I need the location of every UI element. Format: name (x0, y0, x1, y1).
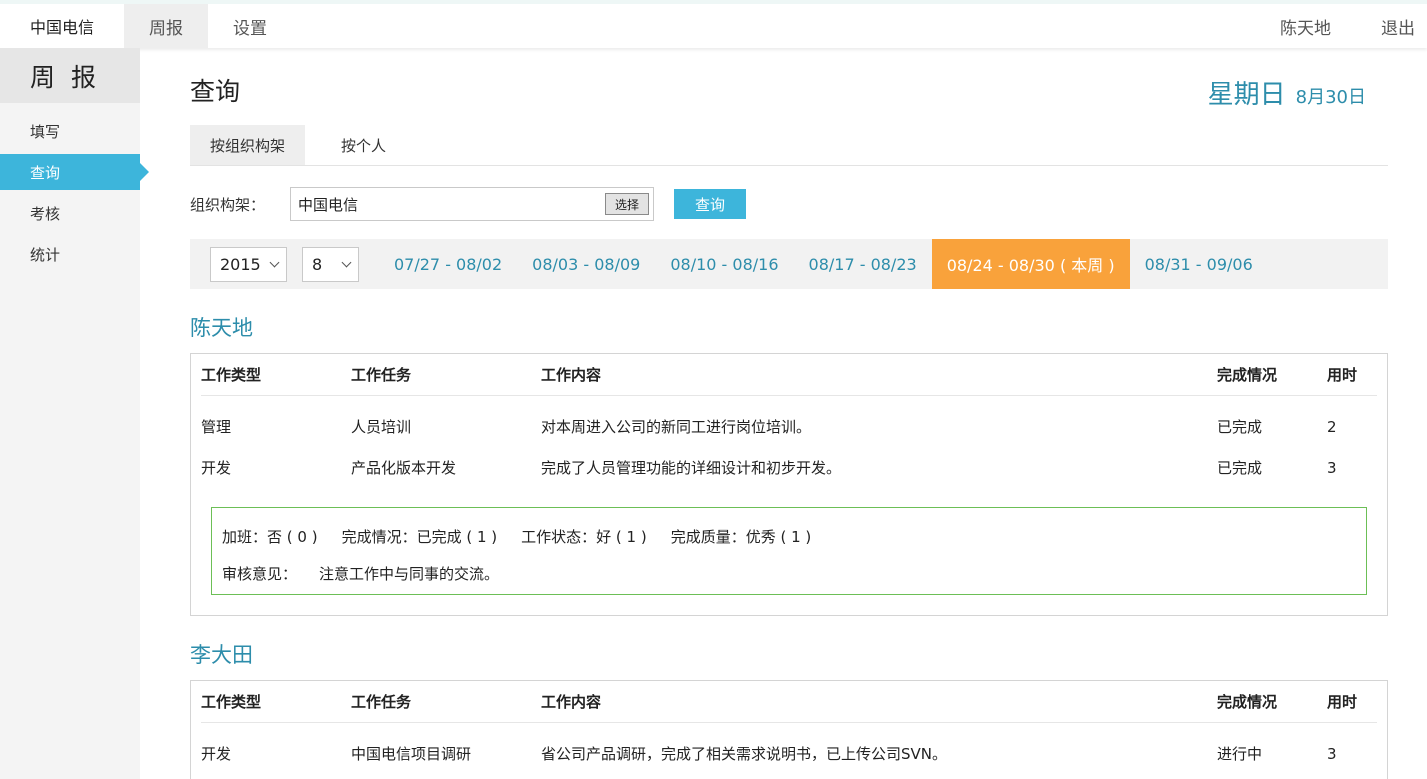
table-header: 工作类型 工作任务 工作内容 完成情况 用时 (201, 354, 1377, 396)
chevron-down-icon (269, 257, 280, 267)
column-header: 工作任务 (351, 693, 412, 711)
column-header: 用时 (1327, 693, 1358, 711)
top-nav: 周报 设置 (124, 4, 292, 48)
user-menu: 陈天地 退出 (1280, 4, 1427, 48)
user-name-link[interactable]: 陈天地 (1280, 4, 1331, 48)
week-option[interactable]: 08/03 - 08/09 (517, 239, 655, 289)
nav-settings[interactable]: 设置 (208, 4, 292, 48)
work-task: 产品化版本开发 (351, 459, 457, 477)
top-bar: 中国电信 周报 设置 陈天地 退出 (0, 0, 1427, 48)
sidebar-item-stats[interactable]: 统计 (0, 236, 140, 272)
current-date: 星期日 8月30日 (1208, 74, 1366, 111)
column-header: 工作内容 (541, 366, 602, 384)
person-name: 陈天地 (190, 316, 253, 340)
work-task: 中国电信项目调研 (351, 745, 472, 763)
time-spent: 3 (1327, 744, 1337, 763)
column-header: 工作类型 (201, 366, 262, 384)
week-selector-bar: 2015 8 07/27 - 08/02 08/03 - 08/09 08/10… (190, 239, 1388, 289)
work-type: 开发 (201, 459, 232, 477)
work-content: 省公司产品调研，完成了相关需求说明书，已上传公司SVN。 (541, 745, 948, 763)
column-header: 工作内容 (541, 693, 602, 711)
review-summary: 加班：否 ( 0 ) 完成情况：已完成 ( 1 ) 工作状态：好 ( 1 ) 完… (211, 507, 1367, 595)
work-task: 人员培训 (351, 418, 412, 436)
table-row: 开发 中国电信项目调研 省公司产品调研，完成了相关需求说明书，已上传公司SVN。… (201, 733, 1377, 774)
query-tabs: 按组织构架 按个人 (190, 125, 1388, 166)
completion-status: 进行中 (1217, 745, 1263, 763)
sidebar-title: 周 报 (0, 48, 140, 103)
sidebar-menu: 填写 查询 考核 统计 (0, 113, 149, 272)
org-field[interactable]: 中国电信 选择 (290, 187, 654, 221)
opinion-text: 注意工作中与同事的交流。 (319, 565, 500, 583)
column-header: 工作任务 (351, 366, 412, 384)
chevron-down-icon (341, 257, 352, 267)
column-header: 用时 (1327, 366, 1358, 384)
review-opinion: 审核意见： 注意工作中与同事的交流。 (222, 555, 1356, 592)
page-title: 查询 (190, 77, 241, 106)
weekly-report-card: 工作类型 工作任务 工作内容 完成情况 用时 管理 人员培训 对本周进入公司的新… (190, 353, 1388, 616)
week-option[interactable]: 07/27 - 08/02 (379, 239, 517, 289)
brand-logo[interactable]: 中国电信 (0, 4, 124, 48)
sidebar-item-query[interactable]: 查询 (0, 154, 149, 190)
week-list: 07/27 - 08/02 08/03 - 08/09 08/10 - 08/1… (379, 239, 1268, 289)
select-org-button[interactable]: 选择 (605, 193, 649, 215)
sidebar-item-fill[interactable]: 填写 (0, 113, 140, 149)
completion-status: 已完成 (1217, 418, 1263, 436)
work-type: 管理 (201, 418, 232, 436)
column-header: 完成情况 (1217, 693, 1278, 711)
quality-info: 完成质量：优秀 ( 1 ) (670, 528, 812, 546)
nav-weekly-report[interactable]: 周报 (124, 4, 208, 48)
sidebar-item-assess[interactable]: 考核 (0, 195, 140, 231)
work-content: 对本周进入公司的新同工进行岗位培训。 (541, 418, 812, 436)
table-header: 工作类型 工作任务 工作内容 完成情况 用时 (201, 681, 1377, 723)
work-status-info: 工作状态：好 ( 1 ) (521, 528, 647, 546)
year-value: 2015 (220, 254, 261, 274)
week-option[interactable]: 08/31 - 09/06 (1130, 239, 1268, 289)
table-row: 管理 人员培训 对本周进入公司的新同工进行岗位培训。 已完成 2 (201, 406, 1377, 447)
opinion-label: 审核意见： (222, 565, 298, 583)
date-label: 8月30日 (1295, 87, 1366, 108)
summary-metrics: 加班：否 ( 0 ) 完成情况：已完成 ( 1 ) 工作状态：好 ( 1 ) 完… (222, 518, 1356, 555)
time-spent: 2 (1327, 417, 1337, 436)
org-filter-row: 组织构架： 中国电信 选择 查询 (190, 187, 746, 221)
column-header: 完成情况 (1217, 366, 1278, 384)
work-type: 开发 (201, 745, 232, 763)
query-button[interactable]: 查询 (674, 189, 746, 219)
year-select[interactable]: 2015 (210, 246, 287, 282)
column-header: 工作类型 (201, 693, 262, 711)
work-content: 完成了人员管理功能的详细设计和初步开发。 (541, 459, 842, 477)
week-option[interactable]: 08/10 - 08/16 (655, 239, 793, 289)
month-select[interactable]: 8 (302, 246, 359, 282)
month-value: 8 (312, 254, 323, 274)
tab-by-organization[interactable]: 按组织构架 (190, 125, 306, 165)
week-option-current[interactable]: 08/24 - 08/30 ( 本周 ) (931, 239, 1130, 289)
tab-by-person[interactable]: 按个人 (305, 125, 422, 165)
logout-link[interactable]: 退出 (1381, 4, 1415, 48)
sidebar: 周 报 填写 查询 考核 统计 (0, 48, 149, 779)
completion-status: 已完成 (1217, 459, 1263, 477)
time-spent: 3 (1327, 458, 1337, 477)
person-name: 李大田 (190, 643, 253, 667)
completion-info: 完成情况：已完成 ( 1 ) (341, 528, 498, 546)
org-label: 组织构架： (190, 195, 266, 214)
weekday-label: 星期日 (1207, 80, 1286, 110)
week-option[interactable]: 08/17 - 08/23 (794, 239, 932, 289)
table-row: 开发 产品化版本开发 完成了人员管理功能的详细设计和初步开发。 已完成 3 (201, 447, 1377, 488)
overtime-info: 加班：否 ( 0 ) (222, 528, 318, 546)
weekly-report-card: 工作类型 工作任务 工作内容 完成情况 用时 开发 中国电信项目调研 省公司产品… (190, 680, 1388, 779)
org-value: 中国电信 (298, 195, 359, 214)
